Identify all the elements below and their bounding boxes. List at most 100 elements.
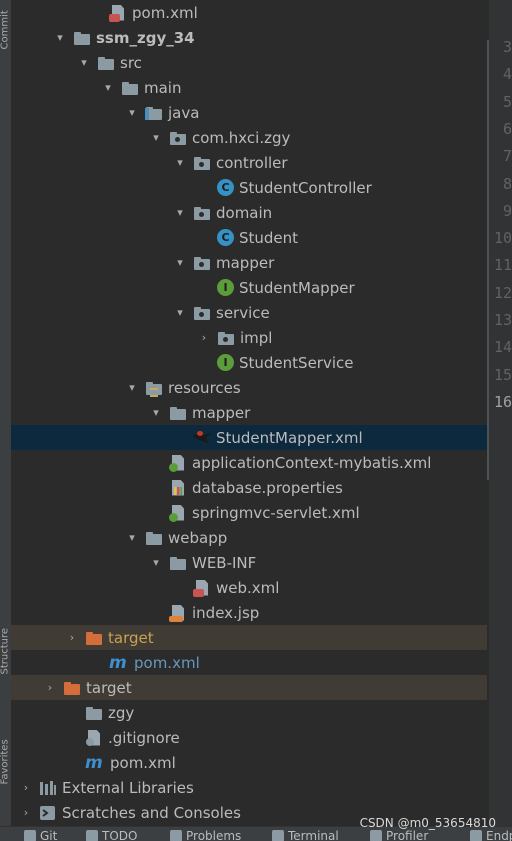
tree-row[interactable]: ▾ controller (11, 150, 487, 175)
bottom-tab-todo[interactable]: TODO (86, 829, 137, 841)
bottom-tab-endp[interactable]: Endp (470, 829, 512, 841)
tree-row[interactable]: ▾ WEB-INF (11, 550, 487, 575)
line-number: 11 (493, 256, 512, 275)
project-tree: pom.xml ▾ ssm_zgy_34 ▾ src ▾ main ▾ java ▾ com.hxc… (11, 0, 487, 826)
tree-item-label: pom.xml (132, 3, 198, 22)
tree-row[interactable]: pom.xml (11, 0, 487, 25)
folder-icon (85, 704, 103, 722)
expand-arrow-icon[interactable]: ▾ (149, 550, 163, 575)
line-number: 9 (502, 201, 512, 220)
tree-row[interactable]: › target (11, 625, 487, 650)
tree-item-label: StudentMapper.xml (216, 428, 363, 447)
tree-item-label: mapper (192, 403, 251, 422)
line-number: 15 (493, 365, 512, 384)
problems-icon (170, 830, 182, 841)
tree-row[interactable]: springmvc-servlet.xml (11, 500, 487, 525)
tree-row[interactable]: I StudentService (11, 350, 487, 375)
mybatis-xml-icon (193, 429, 211, 447)
tree-row[interactable]: › External Libraries (11, 775, 487, 800)
tree-row[interactable]: › impl (11, 325, 487, 350)
expand-arrow-icon[interactable]: ▾ (125, 375, 139, 400)
bottom-tab-terminal[interactable]: Terminal (272, 829, 339, 841)
structure-tool-tab[interactable]: Structure (0, 628, 11, 675)
resources-folder-icon (145, 379, 163, 397)
tree-row[interactable]: ▾ src (11, 50, 487, 75)
tree-row[interactable]: web.xml (11, 575, 487, 600)
bottom-tab-label: Problems (186, 829, 242, 841)
tree-row[interactable]: ▾ resources (11, 375, 487, 400)
collapse-arrow-icon[interactable]: › (43, 675, 57, 700)
tree-row[interactable]: I StudentMapper (11, 275, 487, 300)
tree-row[interactable]: ▾ service (11, 300, 487, 325)
tree-row[interactable]: C StudentController (11, 175, 487, 200)
tree-row[interactable]: database.properties (11, 475, 487, 500)
line-number: 14 (493, 338, 512, 357)
collapse-arrow-icon[interactable]: › (197, 325, 211, 350)
tree-row[interactable]: ▾ java (11, 100, 487, 125)
tree-row[interactable]: ▾ webapp (11, 525, 487, 550)
expand-arrow-icon[interactable]: ▾ (125, 100, 139, 125)
tree-row[interactable]: ▾ domain (11, 200, 487, 225)
tree-row[interactable]: zgy (11, 700, 487, 725)
tree-row[interactable]: ▾ mapper (11, 250, 487, 275)
folder-icon (169, 554, 187, 572)
interface-icon: I (217, 279, 234, 296)
folder-icon (97, 54, 115, 72)
tree-row[interactable]: ▾ ssm_zgy_34 (11, 25, 487, 50)
bottom-tab-git[interactable]: Git (24, 829, 57, 841)
spring-xml-icon (169, 454, 187, 472)
expand-arrow-icon[interactable]: ▾ (173, 250, 187, 275)
line-number: 10 (493, 229, 512, 248)
expand-arrow-icon[interactable]: ▾ (125, 525, 139, 550)
bottom-tab-label: Terminal (288, 829, 339, 841)
bottom-tab-problems[interactable]: Problems (170, 829, 241, 841)
expand-arrow-icon[interactable]: ▾ (173, 150, 187, 175)
collapse-arrow-icon[interactable]: › (19, 800, 33, 825)
tree-item-label: domain (216, 203, 273, 222)
favorites-tool-tab[interactable]: Favorites (0, 739, 11, 784)
tree-row[interactable]: applicationContext-mybatis.xml (11, 450, 487, 475)
expand-arrow-icon[interactable]: ▾ (173, 200, 187, 225)
web-folder-icon (145, 529, 163, 547)
expand-arrow-icon[interactable]: ▾ (149, 400, 163, 425)
maven-icon: m (85, 752, 103, 773)
tree-row[interactable]: m pom.xml (11, 650, 487, 675)
tree-row[interactable]: ▾ mapper (11, 400, 487, 425)
tree-item-label: target (86, 678, 132, 697)
tree-item-label: .gitignore (108, 728, 180, 747)
collapse-arrow-icon[interactable]: › (65, 625, 79, 650)
todo-icon (86, 830, 98, 841)
tree-row[interactable]: StudentMapper.xml (11, 425, 487, 450)
commit-tool-tab[interactable]: Commit (0, 10, 11, 49)
expand-arrow-icon[interactable]: ▾ (149, 125, 163, 150)
module-folder-icon (73, 29, 91, 47)
tree-item-label: impl (240, 328, 273, 347)
tree-item-label: applicationContext-mybatis.xml (192, 453, 432, 472)
package-icon (193, 204, 211, 222)
bottom-tab-label: Profiler (386, 829, 429, 841)
line-number: 13 (493, 311, 512, 329)
jsp-file-icon (169, 604, 187, 622)
collapse-arrow-icon[interactable]: › (19, 775, 33, 800)
tree-row[interactable]: ▾ com.hxci.zgy (11, 125, 487, 150)
expand-arrow-icon[interactable]: ▾ (101, 75, 115, 100)
tree-row[interactable]: › target (11, 675, 487, 700)
line-number: 16 (493, 392, 512, 411)
tree-row[interactable]: ▾ main (11, 75, 487, 100)
tree-row[interactable]: m pom.xml (11, 750, 487, 775)
expand-arrow-icon[interactable]: ▾ (77, 50, 91, 75)
tree-item-label: com.hxci.zgy (192, 128, 291, 147)
tree-item-label: java (168, 103, 200, 122)
xml-file-icon (109, 4, 127, 22)
expand-arrow-icon[interactable]: ▾ (53, 25, 67, 50)
expand-arrow-icon[interactable]: ▾ (173, 300, 187, 325)
tree-row[interactable]: index.jsp (11, 600, 487, 625)
tree-row[interactable]: C Student (11, 225, 487, 250)
tree-row[interactable]: .gitignore (11, 725, 487, 750)
bottom-tab-profiler[interactable]: Profiler (370, 829, 428, 841)
